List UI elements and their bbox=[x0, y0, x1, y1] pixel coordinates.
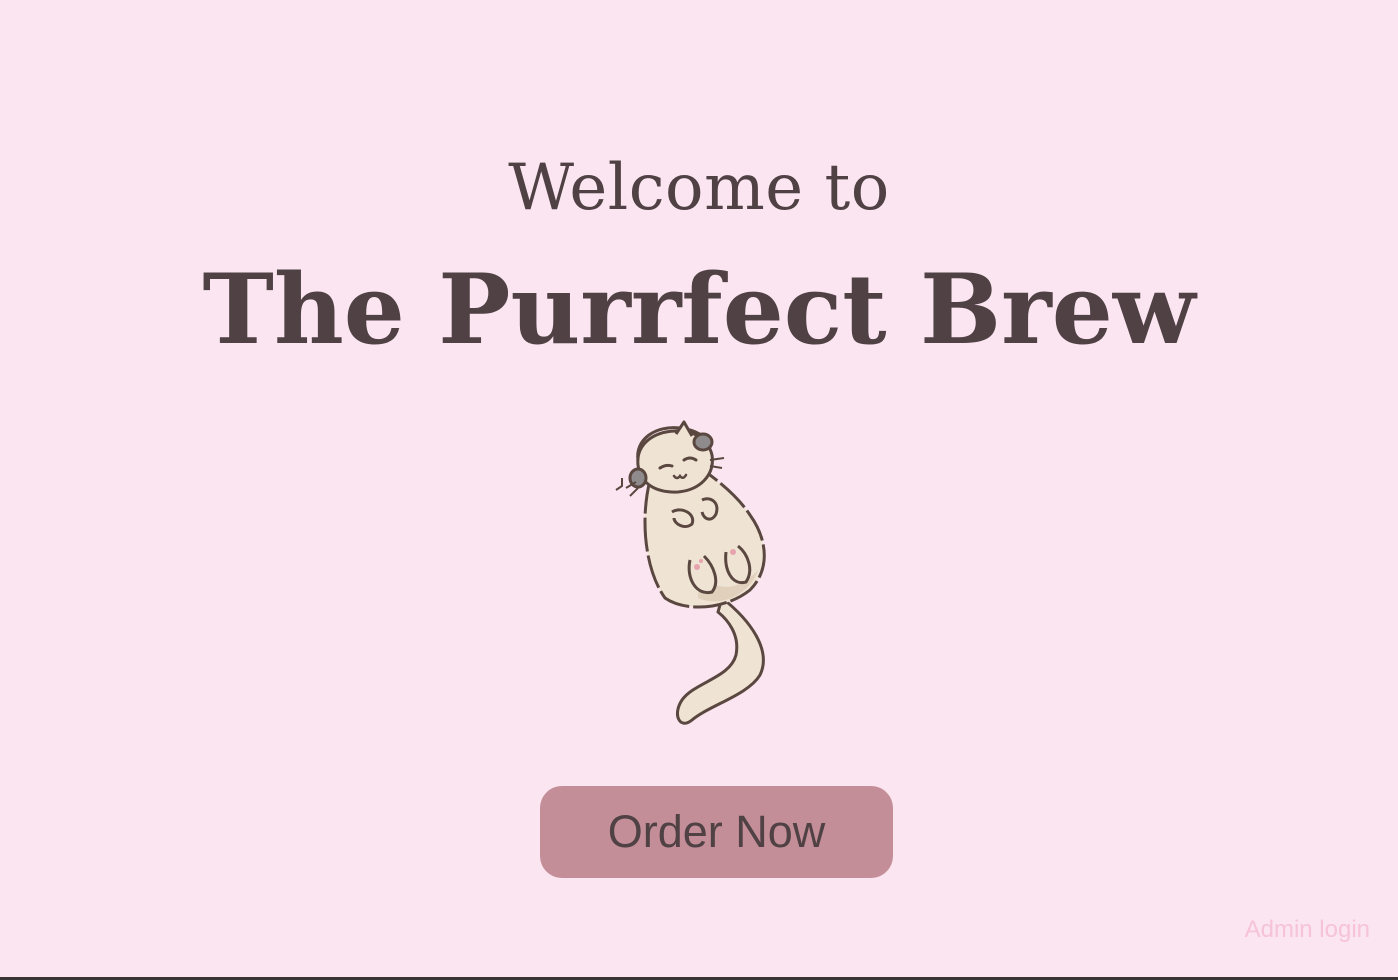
admin-login-link[interactable]: Admin login bbox=[1245, 916, 1370, 944]
page-title: The Purrfect Brew bbox=[202, 253, 1196, 366]
order-now-button[interactable]: Order Now bbox=[540, 786, 893, 878]
sleeping-cat-icon bbox=[615, 420, 766, 725]
landing-page: Welcome to The Purrfect Brew Order Now A… bbox=[0, 0, 1398, 980]
welcome-heading: Welcome to bbox=[508, 151, 890, 225]
